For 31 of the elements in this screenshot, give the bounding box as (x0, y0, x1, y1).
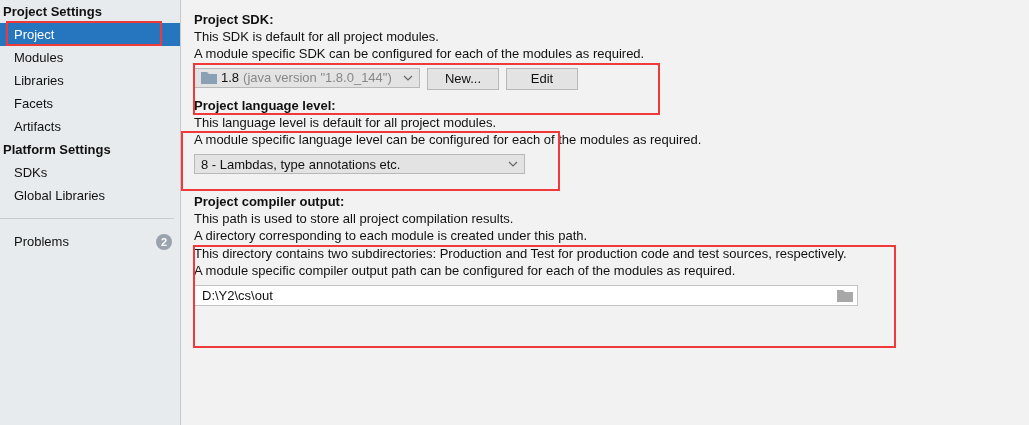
section-title: Project compiler output: (194, 193, 346, 211)
folder-icon (201, 71, 217, 85)
problems-label: Problems (13, 234, 69, 249)
chevron-icon (403, 74, 413, 81)
section-title: Project SDK: (194, 11, 275, 28)
section-heading: Project Settings (2, 3, 103, 21)
description-text: This path is used to store all project compilation results. (194, 210, 515, 228)
sidebar-item[interactable]: Project (0, 23, 180, 46)
sdk-dropdown[interactable]: 1.8 (java version "1.8.0_144") (194, 67, 420, 88)
sdk-button[interactable]: Edit (506, 67, 578, 90)
sidebar-item[interactable]: SDKs (0, 161, 180, 184)
folder-icon (837, 289, 853, 303)
sidebar-item[interactable]: Libraries (0, 69, 180, 92)
sdk-button[interactable]: New... (427, 67, 499, 90)
section-title: Project language level: (194, 96, 337, 114)
description-text: This directory contains two subdirectories: Production and Test for production code and test sources, respectively. (194, 244, 848, 263)
description-text: This SDK is default for all project modules. (194, 28, 440, 46)
language-level-dropdown[interactable]: 8 - Lambdas, type annotations etc. (194, 154, 525, 175)
sidebar-item[interactable]: Problems 2 (0, 230, 180, 253)
description-text: This language level is default for all project modules. (194, 113, 498, 131)
chevron-icon (508, 161, 518, 168)
count-badge: 2 (156, 233, 172, 250)
sidebar-item[interactable]: Modules (0, 46, 180, 69)
sidebar-item[interactable]: Facets (0, 92, 180, 115)
output-path-field[interactable]: D:\Y2\cs\out (194, 285, 858, 307)
section-heading: Platform Settings (2, 141, 112, 159)
sidebar-item[interactable]: Global Libraries (0, 184, 180, 207)
description-text: A module specific SDK can be configured for each of the modules as required. (194, 45, 646, 63)
sidebar-item[interactable]: Artifacts (0, 115, 180, 138)
description-text: A directory corresponding to each module is created under this path. (194, 227, 589, 245)
description-text: A module specific compiler output path can be configured for each of the modules as required. (194, 262, 737, 280)
